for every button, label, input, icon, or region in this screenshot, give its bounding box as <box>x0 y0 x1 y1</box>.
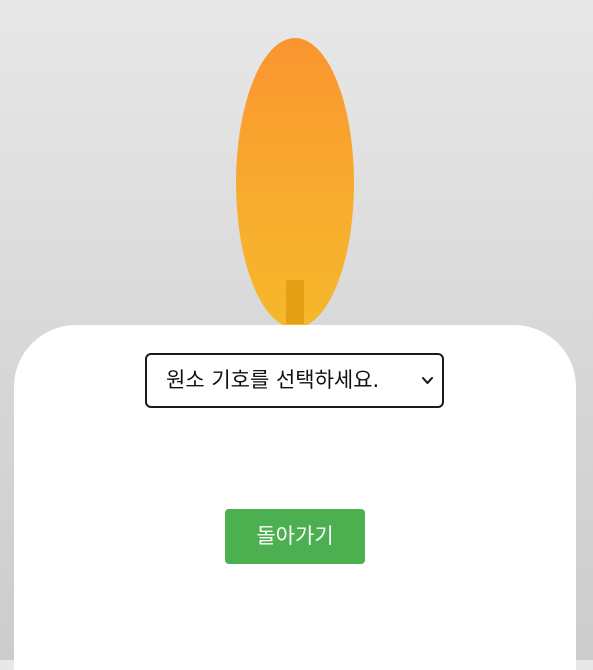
candle-body: 원소 기호를 선택하세요. 돌아가기 <box>14 325 576 670</box>
candle-wick <box>286 280 304 324</box>
back-button[interactable]: 돌아가기 <box>225 509 365 564</box>
element-symbol-select-value: 원소 기호를 선택하세요. <box>166 368 380 392</box>
element-symbol-select[interactable]: 원소 기호를 선택하세요. <box>145 353 444 408</box>
chevron-down-icon <box>422 377 433 384</box>
